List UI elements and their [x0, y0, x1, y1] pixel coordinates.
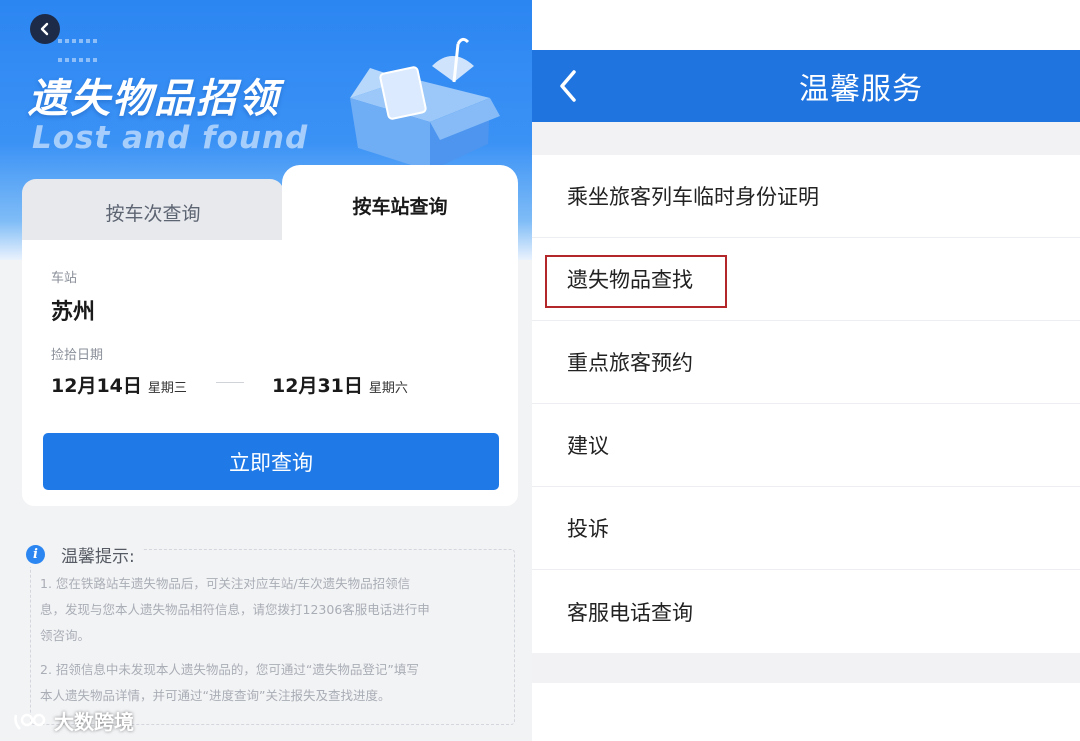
query-form-card: 车站 苏州 捡拾日期 12月14日 星期三 12月31日 星期六 立即查询 — [22, 240, 518, 506]
tab-by-station[interactable]: 按车站查询 — [282, 165, 518, 245]
tab-by-train[interactable]: 按车次查询 — [22, 179, 284, 245]
list-item-label: 建议 — [567, 434, 609, 458]
end-date: 12月31日 — [272, 375, 363, 397]
service-list: 乘坐旅客列车临时身份证明 遗失物品查找 重点旅客预约 建议 投诉 客服电话查询 — [532, 155, 1080, 653]
page-title: 温馨服务 — [799, 72, 923, 107]
watermark: 大数跨境 — [12, 706, 134, 735]
start-date: 12月14日 — [51, 375, 142, 397]
back-button[interactable] — [30, 14, 60, 44]
query-tabs: 按车次查询 按车站查询 — [22, 165, 518, 245]
date-range-separator — [216, 382, 244, 383]
hero-title: 遗失物品招领 — [28, 76, 280, 122]
list-item-temp-id-certificate[interactable]: 乘坐旅客列车临时身份证明 — [532, 155, 1080, 238]
list-item-label: 重点旅客预约 — [567, 351, 693, 375]
end-weekday: 星期六 — [368, 381, 408, 396]
list-item-label: 客服电话查询 — [567, 600, 693, 625]
watermark-logo-icon — [14, 713, 46, 730]
highlight-box — [545, 255, 727, 308]
start-weekday: 星期三 — [147, 381, 187, 396]
tip-line: 息，发现与您本人遗失物品相符信息，请您拨打12306客服电话进行申 — [40, 602, 430, 617]
start-date-picker[interactable]: 12月14日 星期三 — [51, 371, 187, 398]
station-label: 车站 — [51, 271, 78, 286]
list-item-label: 投诉 — [567, 517, 609, 541]
warm-service-screen: 温馨服务 乘坐旅客列车临时身份证明 遗失物品查找 重点旅客预约 建议 投诉 客服… — [532, 0, 1080, 741]
chevron-left-icon — [40, 22, 49, 36]
tips-header: i 温馨提示: — [26, 542, 143, 567]
list-item-suggestion[interactable]: 建议 — [532, 404, 1080, 487]
lost-found-screen: 遗失物品招领 Lost and found 按车次查询 按车站查询 车站 苏州 … — [0, 0, 532, 741]
decorative-dots — [58, 32, 100, 70]
nav-bar: 温馨服务 — [532, 50, 1080, 122]
list-item-key-passenger-booking[interactable]: 重点旅客预约 — [532, 321, 1080, 404]
section-spacer — [532, 653, 1080, 683]
watermark-text: 大数跨境 — [54, 710, 134, 734]
query-now-button[interactable]: 立即查询 — [43, 433, 499, 490]
end-date-picker[interactable]: 12月31日 星期六 — [272, 371, 408, 398]
composite-screenshot: 遗失物品招领 Lost and found 按车次查询 按车站查询 车站 苏州 … — [0, 0, 1080, 741]
info-icon: i — [26, 545, 45, 564]
tip-line: 1. 您在铁路站车遗失物品后，可关注对应车站/车次遗失物品招领信 — [40, 576, 411, 591]
tip-line: 2. 招领信息中未发现本人遗失物品的，您可通过“遗失物品登记”填写 — [40, 662, 419, 677]
list-item-lost-item-search[interactable]: 遗失物品查找 — [532, 238, 1080, 321]
section-spacer — [532, 122, 1080, 155]
list-item-customer-service-phone[interactable]: 客服电话查询 — [532, 570, 1080, 653]
station-field[interactable]: 苏州 — [51, 294, 95, 326]
tip-line: 领咨询。 — [40, 628, 91, 643]
list-item-label: 乘坐旅客列车临时身份证明 — [567, 185, 819, 209]
date-label: 捡拾日期 — [51, 348, 104, 363]
chevron-left-icon[interactable] — [554, 66, 584, 106]
list-item-complaint[interactable]: 投诉 — [532, 487, 1080, 570]
hero-subtitle: Lost and found — [32, 120, 309, 156]
open-box-umbrella-illustration — [350, 37, 500, 171]
tips-title: 温馨提示: — [61, 547, 135, 567]
